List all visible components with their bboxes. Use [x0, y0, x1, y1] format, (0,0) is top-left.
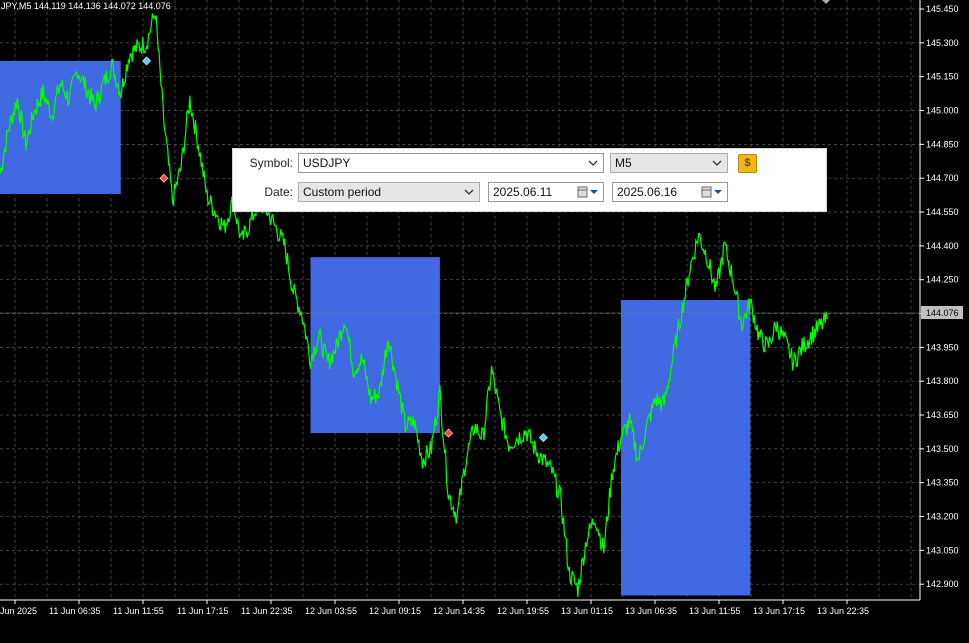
- date-to-value: 2025.06.16: [617, 185, 678, 199]
- y-tick-label: 145.450: [926, 4, 959, 14]
- x-tick-label: 11 Jun 06:35: [49, 606, 100, 616]
- y-tick-label: 143.350: [926, 478, 959, 488]
- timeframe-select[interactable]: M5: [610, 153, 728, 173]
- highlight-box: [310, 257, 440, 434]
- x-tick-label: 11 Jun 11:55: [113, 606, 164, 616]
- x-tick-label: 12 Jun 19:55: [497, 606, 549, 616]
- x-tick-label: 13 Jun 17:15: [753, 606, 805, 616]
- y-tick-label: 143.200: [926, 512, 959, 522]
- x-tick-label: 12 Jun 09:15: [369, 606, 421, 616]
- current-price-label: 144.076: [926, 308, 959, 318]
- y-tick-label: 143.950: [926, 342, 959, 352]
- x-tick-label: 12 Jun 03:55: [305, 606, 357, 616]
- y-tick-label: 145.000: [926, 106, 959, 116]
- date-from-picker[interactable]: 2025.06.11: [488, 182, 604, 202]
- calendar-dropdown-icon[interactable]: [577, 186, 599, 198]
- y-tick-label: 143.500: [926, 444, 959, 454]
- y-tick-label: 143.650: [926, 410, 959, 420]
- y-tick-label: 143.050: [926, 545, 959, 555]
- date-from-value: 2025.06.11: [493, 185, 553, 199]
- y-tick-label: 144.850: [926, 139, 959, 149]
- x-tick-label: 11 Jun 17:15: [177, 606, 228, 616]
- y-tick-label: 143.800: [926, 376, 959, 386]
- y-tick-label: 145.300: [926, 38, 959, 48]
- y-tick-label: 144.250: [926, 275, 959, 285]
- symbol-date-panel: Symbol: USDJPY M5 $ Date: Custom period …: [232, 148, 827, 212]
- symbol-select[interactable]: USDJPY: [298, 153, 604, 173]
- symbol-value: USDJPY: [303, 156, 351, 170]
- chevron-down-icon: [464, 189, 474, 195]
- x-tick-label: 12 Jun 14:35: [433, 606, 485, 616]
- x-tick-label: 13 Jun 22:35: [817, 606, 869, 616]
- x-tick-label: 13 Jun 06:35: [625, 606, 677, 616]
- date-label: Date:: [264, 185, 293, 199]
- chevron-down-icon: [588, 160, 598, 166]
- x-tick-label: 13 Jun 11:55: [689, 606, 740, 616]
- date-to-picker[interactable]: 2025.06.16: [612, 182, 728, 202]
- money-button[interactable]: $: [738, 154, 757, 173]
- timeframe-value: M5: [615, 156, 632, 170]
- symbol-label: Symbol:: [249, 156, 293, 170]
- y-tick-label: 142.900: [926, 579, 959, 589]
- chart-header: JPY,M5 144.119 144.136 144.072 144.076: [1, 1, 171, 11]
- price-chart[interactable]: 145.450 145.300 145.150 145.000 144.850 144.7…: [0, 0, 969, 643]
- period-value: Custom period: [303, 185, 382, 199]
- x-tick-label: 11 Jun 22:35: [241, 606, 292, 616]
- period-select[interactable]: Custom period: [298, 182, 480, 202]
- y-tick-label: 144.400: [926, 241, 959, 251]
- y-tick-label: 144.700: [926, 173, 959, 183]
- x-tick-label: 13 Jun 01:15: [561, 606, 613, 616]
- y-tick-label: 144.550: [926, 207, 959, 217]
- calendar-dropdown-icon[interactable]: [701, 186, 723, 198]
- chevron-down-icon: [712, 160, 722, 166]
- x-tick-label: Jun 2025: [0, 606, 37, 616]
- money-icon: $: [744, 157, 751, 169]
- y-tick-label: 145.150: [926, 72, 959, 82]
